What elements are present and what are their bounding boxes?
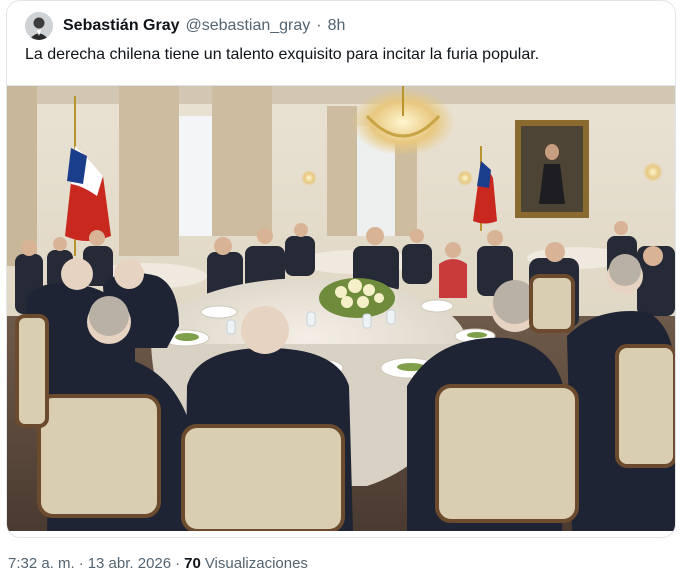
views-label: Visualizaciones <box>204 555 308 572</box>
tweet-text: La derecha chilena tiene un talento exqu… <box>25 46 540 63</box>
author-name[interactable]: Sebastián Gray <box>63 17 180 35</box>
post-date[interactable]: 13 abr. 2026 <box>88 555 171 572</box>
author-handle[interactable]: @sebastian_gray <box>186 17 311 35</box>
tweet-header: Sebastián Gray @sebastian_gray · 8h <box>25 11 345 41</box>
user-avatar-icon <box>25 12 53 40</box>
post-clock-time[interactable]: 7:32 a. m. <box>8 555 75 572</box>
post-time[interactable]: 8h <box>328 17 346 35</box>
tweet-card[interactable]: Sebastián Gray @sebastian_gray · 8h La d… <box>6 0 676 538</box>
avatar[interactable] <box>25 12 53 40</box>
banquet-photo <box>7 86 675 531</box>
tweet-image[interactable] <box>7 85 675 531</box>
separator: · <box>316 17 322 34</box>
tweet-footer: 7:32 a. m. · 13 abr. 2026 · 70 Visualiza… <box>8 555 308 572</box>
views-count: 70 <box>184 555 201 572</box>
separator: · <box>78 555 84 572</box>
separator: · <box>175 555 181 572</box>
